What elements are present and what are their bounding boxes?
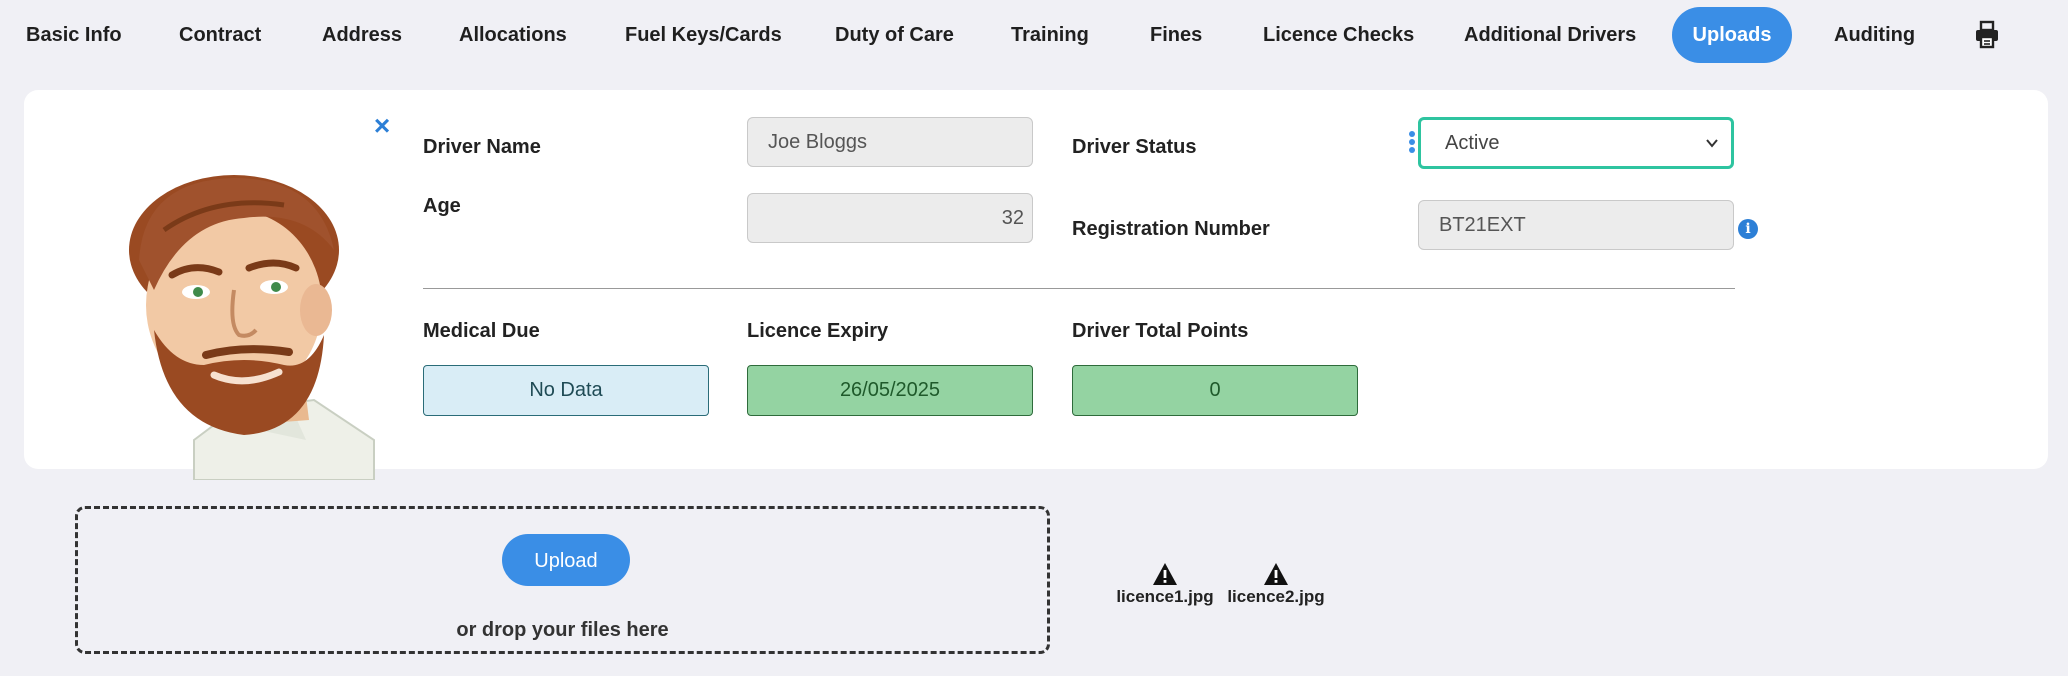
tab-fuel-keys-cards[interactable]: Fuel Keys/Cards — [625, 6, 782, 64]
tab-address[interactable]: Address — [322, 6, 402, 64]
driver-total-points-label: Driver Total Points — [1072, 320, 1249, 342]
close-icon[interactable]: × — [368, 112, 396, 140]
driver-status-value: Active — [1445, 132, 1500, 154]
uploaded-file-item[interactable]: licence2.jpg — [1226, 562, 1326, 607]
licence-expiry-badge: 26/05/2025 — [747, 365, 1033, 416]
file-dropzone[interactable]: Upload or drop your files here — [75, 506, 1050, 654]
printer-icon[interactable] — [1974, 20, 2000, 50]
tab-fines[interactable]: Fines — [1150, 6, 1202, 64]
licence-expiry-label: Licence Expiry — [747, 320, 889, 342]
file-name: licence1.jpg — [1116, 587, 1214, 606]
drop-hint: or drop your files here — [456, 619, 669, 641]
age-label: Age — [423, 195, 461, 217]
tab-uploads[interactable]: Uploads — [1672, 7, 1792, 63]
tab-bar: Basic Info Contract Address Allocations … — [0, 6, 2068, 64]
divider — [423, 288, 1735, 289]
driver-status-label: Driver Status — [1072, 136, 1197, 158]
tab-licence-checks[interactable]: Licence Checks — [1263, 6, 1414, 64]
driver-name-label: Driver Name — [423, 136, 541, 158]
age-field[interactable]: 32 — [747, 193, 1033, 243]
tab-additional-drivers[interactable]: Additional Drivers — [1464, 6, 1636, 64]
kebab-menu-icon[interactable] — [1408, 130, 1416, 154]
warning-icon — [1264, 563, 1288, 585]
file-name: licence2.jpg — [1227, 587, 1325, 606]
uploaded-file-item[interactable]: licence1.jpg — [1115, 562, 1215, 607]
warning-icon — [1153, 563, 1177, 585]
medical-due-badge: No Data — [423, 365, 709, 416]
info-icon[interactable]: i — [1738, 219, 1758, 239]
tab-allocations[interactable]: Allocations — [459, 6, 567, 64]
driver-card: × Driver Name Joe Bloggs Age 32 Driver S… — [24, 90, 2048, 481]
driver-total-points-badge: 0 — [1072, 365, 1358, 416]
chevron-down-icon — [1706, 139, 1718, 148]
tab-training[interactable]: Training — [1011, 6, 1089, 64]
tab-auditing[interactable]: Auditing — [1834, 6, 1915, 64]
tab-basic-info[interactable]: Basic Info — [26, 6, 122, 64]
tab-duty-of-care[interactable]: Duty of Care — [835, 6, 954, 64]
registration-number-label: Registration Number — [1072, 218, 1270, 240]
driver-name-field[interactable]: Joe Bloggs — [747, 117, 1033, 167]
upload-button[interactable]: Upload — [502, 534, 630, 586]
medical-due-label: Medical Due — [423, 320, 540, 342]
driver-status-select[interactable]: Active — [1418, 117, 1734, 169]
tab-contract[interactable]: Contract — [179, 6, 261, 64]
driver-avatar — [84, 140, 408, 481]
registration-number-field[interactable]: BT21EXT — [1418, 200, 1734, 250]
